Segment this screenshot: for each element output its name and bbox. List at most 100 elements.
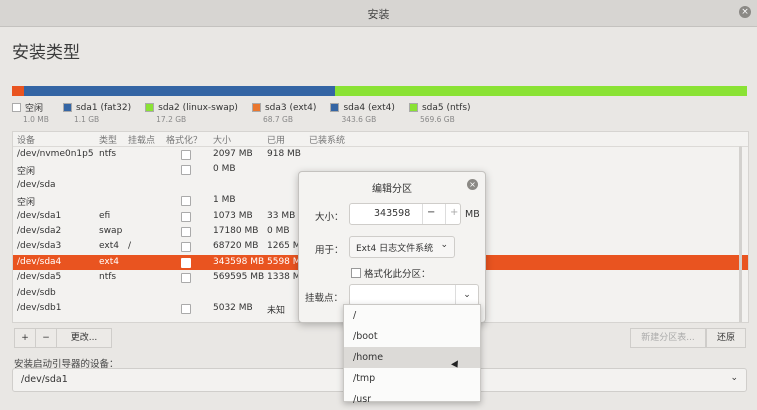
mount-option[interactable]: /boot (344, 326, 480, 347)
change-partition-button[interactable]: 更改... (56, 328, 112, 348)
table-row[interactable]: /dev/nvme0n1p5 ntfs 2097 MB 918 MB (13, 147, 748, 162)
cell-size: 5032 MB (213, 302, 253, 313)
col-format[interactable]: 格式化？ (166, 133, 202, 146)
legend-swatch (145, 103, 155, 113)
legend-label: sda5 (ntfs) (421, 102, 471, 113)
cell-device: /dev/nvme0n1p5 (17, 149, 94, 159)
size-decrement-button[interactable]: − (427, 207, 435, 218)
cell-device: /dev/sda2 (17, 225, 62, 236)
legend-item: sda3 (ext4) 68.7 GB (251, 100, 317, 125)
cell-mount: / (128, 241, 132, 252)
cell-device: 空闲 (17, 167, 36, 178)
use-as-label: 用于： (315, 245, 344, 256)
size-spinbox[interactable]: 343598 − + (349, 203, 461, 225)
cell-size: 0 MB (213, 164, 236, 175)
legend-label: sda3 (ext4) (264, 102, 317, 113)
format-checkbox[interactable] (181, 242, 191, 253)
use-as-value: Ext4 日志文件系统 (356, 244, 434, 254)
cell-type: ext4 (99, 241, 119, 252)
cell-size: 17180 MB (213, 225, 259, 236)
table-scrollbar[interactable] (739, 146, 742, 322)
cell-size: 1073 MB (213, 210, 253, 221)
cell-type: ntfs (99, 272, 117, 283)
legend-size: 68.7 GB (262, 115, 293, 125)
legend-item: sda4 (ext4) 343.6 GB (330, 100, 395, 124)
legend-size: 17.2 GB (156, 115, 187, 125)
cell-used: 0 MB (267, 225, 290, 236)
format-checkbox[interactable] (181, 273, 191, 284)
size-unit: MB (465, 209, 480, 220)
format-checkbox[interactable] (181, 226, 191, 237)
partition-bar-segment (12, 86, 24, 96)
size-value: 343598 (374, 208, 411, 219)
bootloader-device-value: /dev/sda1 (21, 374, 68, 385)
cell-device: /dev/sda1 (17, 210, 62, 221)
col-size[interactable]: 大小 (213, 133, 231, 146)
format-checkbox[interactable] (181, 257, 191, 268)
legend-size: 343.6 GB (341, 115, 377, 125)
legend-item: sda2 (linux-swap) 17.2 GB (145, 100, 238, 124)
legend-size: 1.0 MB (23, 115, 49, 125)
legend-item: sda1 (fat32) 1.1 GB (62, 100, 132, 125)
legend-item: sda5 (ntfs) 569.6 GB (408, 100, 471, 125)
legend-label: sda2 (linux-swap) (158, 102, 238, 113)
size-label: 大小： (315, 212, 344, 223)
cell-device: /dev/sda4 (17, 256, 62, 267)
legend-label: sda1 (fat32) (75, 102, 132, 113)
legend-swatch (330, 103, 340, 113)
cell-type: efi (99, 210, 111, 221)
legend-item: 空闲 1.0 MB (12, 100, 49, 124)
add-partition-button[interactable]: + (14, 328, 36, 348)
legend-size: 1.1 GB (73, 115, 100, 125)
chevron-down-icon: ⌄ (440, 240, 448, 250)
cell-size: 1 MB (213, 195, 236, 206)
page-title: 安装类型 (12, 43, 80, 63)
close-icon[interactable]: × (739, 6, 751, 18)
format-checkbox[interactable] (181, 303, 191, 314)
cell-device: /dev/sdb (17, 287, 56, 298)
format-checkbox[interactable] (351, 268, 361, 278)
use-as-select[interactable]: Ext4 日志文件系统 ⌄ (349, 236, 455, 258)
col-device[interactable]: 设备 (17, 133, 35, 146)
title-bar: 安装 × (0, 0, 757, 27)
format-checkbox[interactable] (181, 150, 191, 160)
revert-button[interactable]: 还原 (706, 328, 746, 348)
legend-swatch (12, 103, 21, 113)
table-header: 设备 类型 挂载点 格式化？ 大小 已用 已装系统 (13, 132, 748, 147)
cell-type: swap (99, 225, 123, 236)
cell-size: 343598 MB (213, 256, 265, 267)
cell-size: 569595 MB (213, 272, 265, 283)
col-mount[interactable]: 挂载点 (128, 133, 155, 146)
legend-label: 空闲 (25, 104, 44, 115)
cell-device: /dev/sda5 (17, 272, 62, 283)
size-increment-button[interactable]: + (450, 207, 458, 218)
mount-option[interactable]: / (344, 305, 480, 326)
remove-partition-button[interactable]: − (35, 328, 57, 348)
partition-legend: 空闲 1.0 MB sda1 (fat32) 1.1 GB sda2 (linux-sw… (12, 100, 485, 124)
cell-size: 2097 MB (213, 149, 253, 159)
cell-device: 空闲 (17, 198, 36, 209)
format-checkbox[interactable] (181, 211, 191, 222)
window-title: 安装 (367, 8, 390, 21)
format-checkbox[interactable] (181, 165, 191, 176)
legend-size: 569.6 GB (419, 115, 455, 125)
partition-bar-segment (23, 86, 335, 96)
col-used[interactable]: 已用 (267, 133, 285, 146)
partition-bar (12, 86, 747, 96)
new-partition-table-button[interactable]: 新建分区表... (630, 328, 706, 348)
chevron-down-icon[interactable]: ⌄ (455, 285, 478, 305)
dialog-title: 编辑分区 (372, 184, 412, 195)
chevron-down-icon: ⌄ (730, 373, 738, 383)
format-checkbox[interactable] (181, 196, 191, 207)
edit-partition-dialog: 编辑分区 × 大小： 343598 − + MB 用于： Ext4 日志文件系统… (298, 171, 486, 323)
mount-option[interactable]: /tmp (344, 368, 480, 389)
cell-used: 未知 (267, 305, 286, 316)
legend-swatch (408, 103, 418, 113)
mount-point-combo[interactable]: ⌄ (349, 284, 479, 306)
cell-used: 33 MB (267, 210, 296, 221)
legend-swatch (62, 103, 72, 113)
close-icon[interactable]: × (467, 179, 478, 190)
col-installed[interactable]: 已装系统 (309, 133, 345, 146)
mount-point-label: 挂载点： (305, 293, 344, 304)
col-type[interactable]: 类型 (99, 133, 117, 146)
